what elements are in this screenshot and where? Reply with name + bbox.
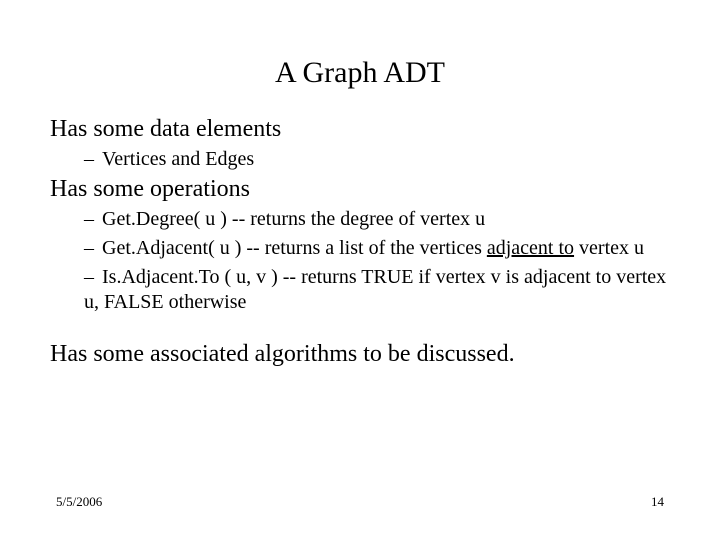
bullet-item: –Vertices and Edges: [84, 147, 670, 172]
bullet-text-pre: Get.Adjacent( u ) -- returns a list of t…: [102, 237, 487, 259]
section-heading: Has some data elements: [50, 116, 670, 143]
footer-date: 5/5/2006: [56, 494, 102, 510]
footer-page-number: 14: [651, 494, 664, 510]
slide-body: Has some data elements –Vertices and Edg…: [50, 112, 670, 370]
section-heading: Has some associated algorithms to be dis…: [50, 341, 670, 368]
dash-icon: –: [84, 147, 102, 172]
dash-icon: –: [84, 265, 102, 290]
slide: A Graph ADT Has some data elements –Vert…: [0, 0, 720, 540]
section-heading: Has some operations: [50, 176, 670, 203]
bullet-text-underline: adjacent to: [487, 237, 574, 259]
bullet-text-post: vertex u: [574, 237, 644, 259]
bullet-item: –Is.Adjacent.To ( u, v ) -- returns TRUE…: [84, 265, 670, 315]
dash-icon: –: [84, 236, 102, 261]
bullet-item: –Get.Adjacent( u ) -- returns a list of …: [84, 236, 670, 261]
bullet-text: Vertices and Edges: [102, 148, 254, 170]
bullet-text: Is.Adjacent.To ( u, v ) -- returns TRUE …: [84, 266, 666, 313]
slide-title: A Graph ADT: [0, 56, 720, 90]
dash-icon: –: [84, 207, 102, 232]
bullet-item: –Get.Degree( u ) -- returns the degree o…: [84, 207, 670, 232]
bullet-text: Get.Degree( u ) -- returns the degree of…: [102, 208, 485, 230]
